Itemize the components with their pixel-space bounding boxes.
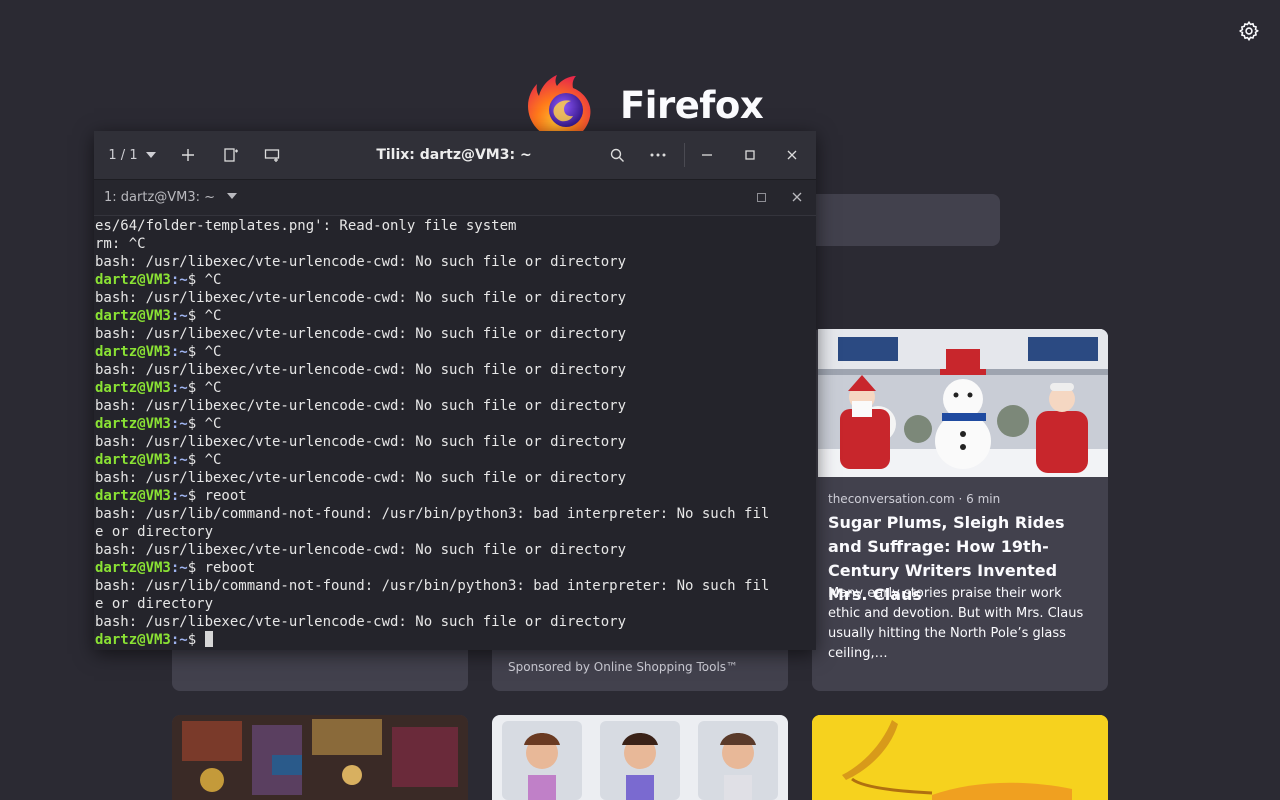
terminal-tab-label: 1: dartz@VM3: ~: [104, 190, 216, 205]
command-text: $ reoot: [187, 488, 247, 504]
maximize-icon: [745, 150, 755, 160]
story-image: [812, 715, 1108, 800]
terminal-maximize-button[interactable]: [750, 186, 772, 208]
split-down-icon: [264, 149, 280, 162]
add-terminal-down-button[interactable]: [260, 143, 284, 167]
terminal-output-line: bash: /usr/lib/command-not-found: /usr/b…: [95, 578, 770, 594]
terminal-tab-title[interactable]: 1: dartz@VM3: ~: [104, 180, 238, 215]
terminal-prompt-line: dartz@VM3:~$ reboot: [95, 559, 815, 577]
header-bar[interactable]: 1 / 1 Tilix: dartz@VM3: ~: [94, 131, 816, 180]
command-text: $: [187, 632, 205, 648]
terminal-output-line: rm: ^C: [95, 236, 146, 252]
terminal-output-line: bash: /usr/libexec/vte-urlencode-cwd: No…: [95, 362, 627, 378]
prompt-user: dartz@VM3: [95, 272, 171, 288]
terminal-prompt-line: dartz@VM3:~$ ^C: [95, 379, 815, 397]
story-card[interactable]: [812, 715, 1108, 800]
session-counter: 1 / 1: [108, 147, 138, 163]
prompt-user: dartz@VM3: [95, 344, 171, 360]
prompt-user: dartz@VM3: [95, 416, 171, 432]
more-icon: [650, 153, 666, 157]
command-text: $ reboot: [187, 560, 256, 576]
terminal-output-line: e or directory: [95, 524, 214, 540]
story-image: [492, 715, 788, 800]
terminal-output-line: bash: /usr/libexec/vte-urlencode-cwd: No…: [95, 254, 627, 270]
story-card[interactable]: theconversation.com · 6 min Sugar Plums,…: [812, 329, 1108, 691]
story-source: theconversation.com · 6 min: [828, 492, 1001, 506]
header-separator: [684, 143, 685, 167]
prompt-path: :~: [170, 308, 188, 324]
terminal-output-line: e or directory: [95, 596, 214, 612]
terminal-output-line: bash: /usr/libexec/vte-urlencode-cwd: No…: [95, 470, 627, 486]
window-title: Tilix: dartz@VM3: ~: [376, 147, 532, 163]
terminal-output-line: bash: /usr/libexec/vte-urlencode-cwd: No…: [95, 326, 627, 342]
gear-icon: [1238, 20, 1259, 42]
terminal-output-line: bash: /usr/libexec/vte-urlencode-cwd: No…: [95, 290, 627, 306]
tilix-window[interactable]: 1 / 1 Tilix: dartz@VM3: ~ 1: dartz@VM3: …: [94, 131, 816, 650]
terminal-output-line: bash: /usr/libexec/vte-urlencode-cwd: No…: [95, 542, 627, 558]
terminal-output-line: bash: /usr/libexec/vte-urlencode-cwd: No…: [95, 434, 627, 450]
search-icon: [610, 148, 624, 162]
prompt-path: :~: [170, 272, 188, 288]
prompt-user: dartz@VM3: [95, 380, 171, 396]
prompt-path: :~: [170, 488, 188, 504]
session-switcher[interactable]: 1 / 1: [104, 143, 160, 167]
plus-icon: [182, 149, 194, 161]
prompt-user: dartz@VM3: [95, 308, 171, 324]
minimize-button[interactable]: [695, 143, 719, 167]
command-text: $ ^C: [187, 344, 222, 360]
terminal-output-line: es/64/folder-templates.png': Read-only f…: [95, 218, 517, 234]
firefox-wordmark: Firefox: [620, 83, 764, 127]
story-excerpt: Many early stories praise their work eth…: [828, 586, 1084, 661]
split-right-icon: [224, 148, 238, 162]
command-text: $ ^C: [187, 416, 222, 432]
prompt-path: :~: [170, 380, 188, 396]
terminal-prompt-line: dartz@VM3:~$: [95, 631, 815, 649]
terminal-prompt-line: dartz@VM3:~$ ^C: [95, 307, 815, 325]
prompt-path: :~: [170, 632, 188, 648]
terminal-prompt-line: dartz@VM3:~$ ^C: [95, 451, 815, 469]
terminal-prompt-line: dartz@VM3:~$ ^C: [95, 415, 815, 433]
command-text: $ ^C: [187, 308, 222, 324]
add-terminal-right-button[interactable]: [219, 143, 243, 167]
terminal-cursor: [204, 631, 213, 647]
terminal-close-button[interactable]: [786, 186, 808, 208]
terminal-output-line: bash: /usr/lib/command-not-found: /usr/b…: [95, 506, 770, 522]
prompt-user: dartz@VM3: [95, 632, 171, 648]
story-image: [172, 715, 468, 800]
command-text: $ ^C: [187, 272, 222, 288]
sponsored-label: Sponsored by Online Shopping Tools™: [508, 660, 739, 674]
prompt-user: dartz@VM3: [95, 560, 171, 576]
terminal-prompt-line: dartz@VM3:~$ ^C: [95, 343, 815, 361]
command-text: $ ^C: [187, 380, 222, 396]
settings-button[interactable]: [1238, 20, 1260, 42]
story-image: [818, 329, 1108, 477]
close-icon: [792, 192, 802, 202]
terminal-titlebar[interactable]: 1: dartz@VM3: ~: [94, 180, 816, 216]
prompt-path: :~: [170, 560, 188, 576]
story-card[interactable]: [492, 715, 788, 800]
minimize-icon: [702, 154, 712, 156]
maximize-button[interactable]: [738, 143, 762, 167]
terminal-prompt-line: dartz@VM3:~$ ^C: [95, 271, 815, 289]
terminal-output-line: bash: /usr/libexec/vte-urlencode-cwd: No…: [95, 614, 627, 630]
prompt-user: dartz@VM3: [95, 452, 171, 468]
prompt-path: :~: [170, 452, 188, 468]
search-box[interactable]: [790, 194, 1000, 246]
terminal-prompt-line: dartz@VM3:~$ reoot: [95, 487, 815, 505]
chevron-down-icon: [227, 193, 238, 199]
menu-button[interactable]: [646, 143, 670, 167]
close-icon: [787, 150, 797, 160]
maximize-icon: [756, 192, 766, 202]
terminal-output-line: bash: /usr/libexec/vte-urlencode-cwd: No…: [95, 398, 627, 414]
find-button[interactable]: [605, 143, 629, 167]
add-session-button[interactable]: [176, 143, 200, 167]
terminal-output[interactable]: es/64/folder-templates.png': Read-only f…: [95, 217, 815, 649]
chevron-down-icon: [145, 152, 156, 158]
prompt-user: dartz@VM3: [95, 488, 171, 504]
prompt-path: :~: [170, 416, 188, 432]
close-button[interactable]: [780, 143, 804, 167]
command-text: $ ^C: [187, 452, 222, 468]
prompt-path: :~: [170, 344, 188, 360]
story-card[interactable]: [172, 715, 468, 800]
